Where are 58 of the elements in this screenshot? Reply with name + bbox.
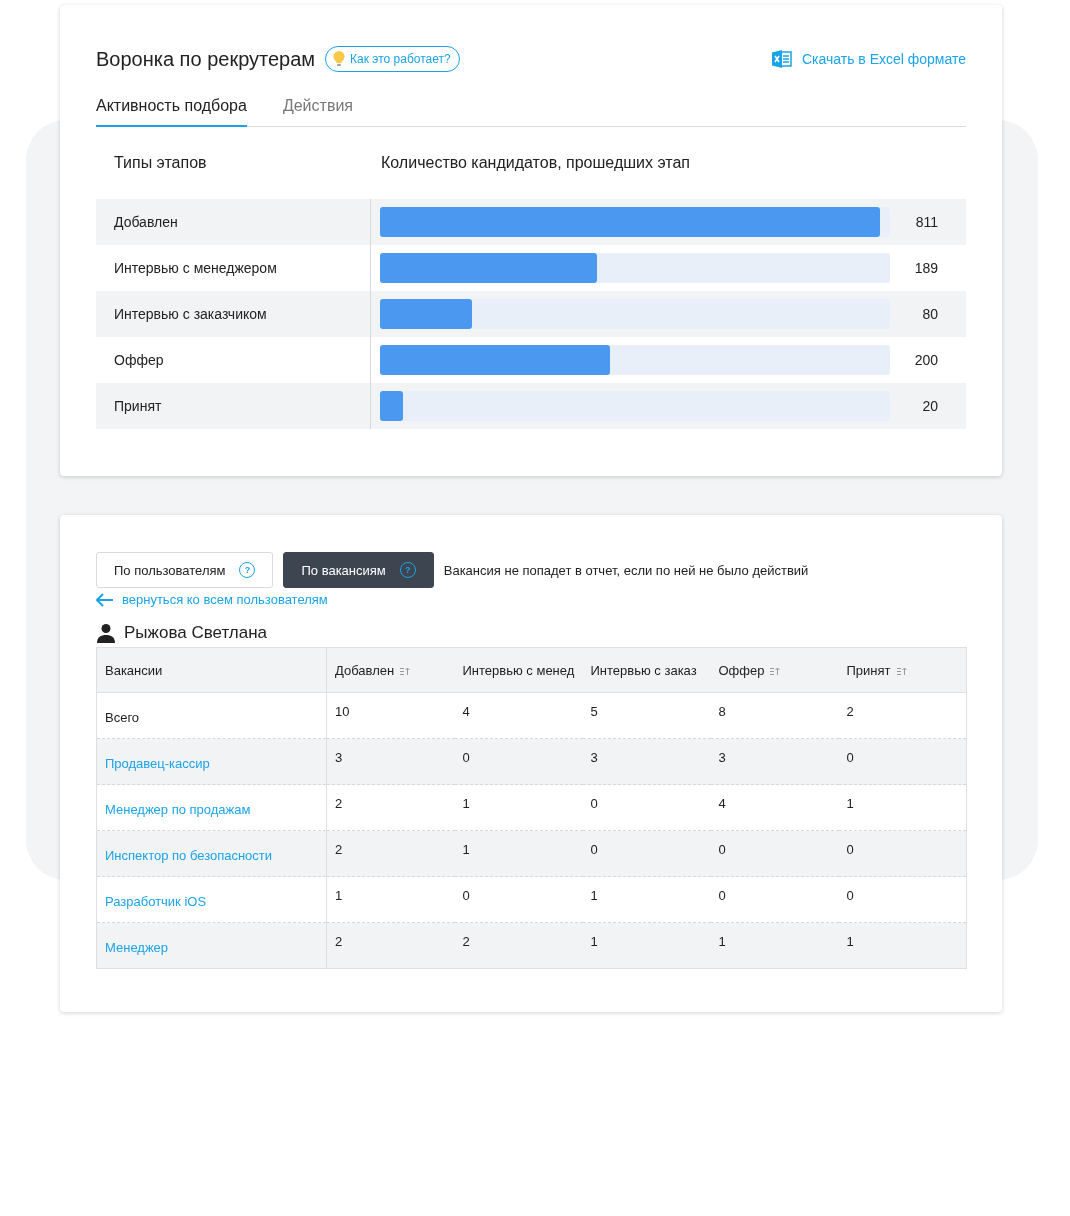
- column-header[interactable]: Принят: [838, 647, 967, 693]
- table-cell: 0: [838, 830, 967, 877]
- table-cell: 0: [710, 876, 839, 923]
- table-cell: 0: [454, 738, 583, 785]
- spreadsheet-icon: [771, 50, 792, 68]
- table-cell: 0: [838, 876, 967, 923]
- table-cell: 8: [710, 692, 839, 739]
- stage-name: Интервью с заказчиком: [96, 291, 371, 337]
- table-cell: 4: [710, 784, 839, 831]
- table-cell: 0: [582, 830, 711, 877]
- person-icon: [96, 623, 116, 643]
- table-cell: 1: [454, 830, 583, 877]
- table-cell: 2: [454, 922, 583, 969]
- note-text: Вакансия не попадет в отчет, если по ней не было действий: [443, 562, 809, 578]
- tab[interactable]: Активность подбора: [96, 97, 247, 127]
- card-title: Воронка по рекрутерам: [96, 47, 316, 71]
- column-header: Количество кандидатов, прошедших этап: [381, 154, 690, 172]
- table-cell: 4: [454, 692, 583, 739]
- toggle-button[interactable]: По пользователям ?: [96, 552, 274, 588]
- stage-name: Принят: [96, 383, 371, 429]
- arrow-left-icon: [96, 592, 114, 607]
- column-header[interactable]: Интервью с менед: [454, 647, 583, 693]
- stage-count: 189: [913, 260, 938, 276]
- stage-count: 80: [921, 306, 938, 322]
- stage-name: Добавлен: [96, 199, 371, 245]
- table-cell: 1: [710, 922, 839, 969]
- table-cell: 1: [838, 784, 967, 831]
- table-cell: 1: [454, 784, 583, 831]
- table-cell: 3: [582, 738, 711, 785]
- table-cell: 0: [582, 784, 711, 831]
- stage-count: 20: [921, 398, 938, 414]
- column-header[interactable]: Интервью с заказ: [582, 647, 711, 693]
- table-cell: 0: [838, 738, 967, 785]
- table-cell: 3: [326, 738, 455, 785]
- table-cell: 2: [326, 830, 455, 877]
- user-name: Рыжова Светлана: [124, 623, 268, 643]
- lightbulb-icon: [332, 50, 347, 68]
- column-header: Типы этапов: [113, 154, 208, 172]
- table-cell: 10: [326, 692, 455, 739]
- stage-count: 200: [913, 352, 938, 368]
- table-cell: 5: [582, 692, 711, 739]
- column-header[interactable]: Оффер: [710, 647, 839, 693]
- table-cell: 0: [710, 830, 839, 877]
- table-cell: 0: [454, 876, 583, 923]
- tab[interactable]: Действия: [282, 97, 353, 127]
- toggle-button[interactable]: По вакансиям ?: [283, 552, 434, 588]
- table-cell: 2: [326, 784, 455, 831]
- table-cell: 2: [838, 692, 967, 739]
- total-label: Всего: [105, 710, 140, 725]
- table-cell: 3: [710, 738, 839, 785]
- table-cell: 1: [326, 876, 455, 923]
- table-cell: 1: [582, 922, 711, 969]
- table-cell: 2: [326, 922, 455, 969]
- column-header[interactable]: Добавлен: [326, 647, 455, 693]
- table-cell: 1: [582, 876, 711, 923]
- column-header[interactable]: Вакансии: [96, 647, 327, 693]
- stage-count: 811: [914, 214, 938, 230]
- table-cell: 1: [838, 922, 967, 969]
